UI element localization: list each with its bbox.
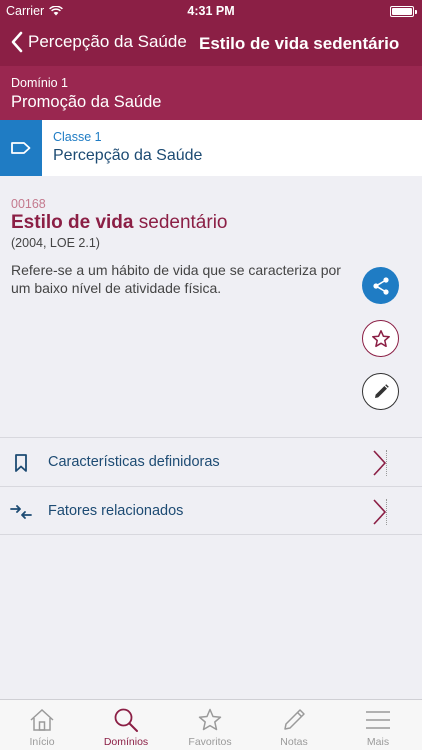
arrows-in-icon: [10, 501, 32, 523]
tab-mais[interactable]: Mais: [336, 700, 420, 750]
section-related-factors[interactable]: Fatores relacionados: [0, 486, 422, 535]
share-button[interactable]: [362, 267, 399, 304]
diagnosis-meta: (2004, LOE 2.1): [11, 236, 100, 250]
star-outline-icon: [371, 329, 390, 347]
tab-bar: Início Domínios Favoritos Notas Mais: [0, 699, 422, 750]
tab-label: Mais: [366, 736, 390, 748]
tab-label: Notas: [280, 736, 308, 748]
diagnosis-title-sub: sedentário: [138, 212, 228, 233]
battery-icon: [390, 6, 417, 17]
tab-inicio[interactable]: Início: [0, 700, 84, 750]
share-icon: [372, 276, 389, 295]
diagnosis-title: Estilo de vida sedentário: [11, 212, 228, 234]
section-label: Características definidoras: [48, 454, 220, 470]
home-icon: [29, 706, 55, 734]
tab-label: Favoritos: [188, 736, 232, 748]
page-title: Estilo de vida sedentário: [199, 34, 400, 53]
search-icon: [113, 706, 139, 734]
domain-header: Domínio 1 Promoção da Saúde: [0, 66, 422, 120]
tab-dominios[interactable]: Domínios: [84, 700, 168, 750]
divider: [386, 450, 387, 476]
star-icon: [197, 706, 223, 734]
diagnosis-title-main: Estilo de vida: [11, 212, 134, 233]
domain-label: Domínio 1: [11, 76, 68, 90]
tag-icon: [11, 142, 31, 154]
pencil-icon: [374, 383, 389, 398]
tab-notas[interactable]: Notas: [252, 700, 336, 750]
clock: 4:31 PM: [187, 4, 235, 18]
class-row[interactable]: Classe 1 Percepção da Saúde: [0, 120, 422, 176]
pencil-icon: [281, 706, 307, 734]
back-button-label: Percepção da Saúde: [28, 32, 187, 51]
diagnosis-code: 00168: [11, 197, 46, 211]
class-tag-box: [0, 120, 42, 176]
bookmark-icon: [10, 452, 32, 474]
tab-label: Início: [29, 736, 55, 748]
diagnosis-definition: Refere-se a um hábito de vida que se car…: [11, 262, 341, 296]
divider: [386, 499, 387, 525]
tab-label: Domínios: [103, 736, 149, 748]
class-label: Classe 1: [53, 130, 102, 144]
section-list: Características definidoras Fatores rela…: [0, 437, 422, 535]
status-bar: Carrier 4:31 PM: [0, 0, 422, 22]
domain-name: Promoção da Saúde: [11, 93, 162, 111]
section-characteristics[interactable]: Características definidoras: [0, 437, 422, 486]
chevron-left-icon: [11, 31, 23, 53]
back-button[interactable]: Percepção da Saúde: [10, 31, 187, 53]
navigation-bar: Percepção da Saúde Estilo de vida sedent…: [0, 22, 422, 66]
class-name: Percepção da Saúde: [53, 147, 203, 164]
favorite-button[interactable]: [362, 320, 399, 357]
section-label: Fatores relacionados: [48, 503, 184, 519]
menu-icon: [365, 706, 391, 734]
tab-favoritos[interactable]: Favoritos: [168, 700, 252, 750]
edit-button[interactable]: [362, 373, 399, 410]
